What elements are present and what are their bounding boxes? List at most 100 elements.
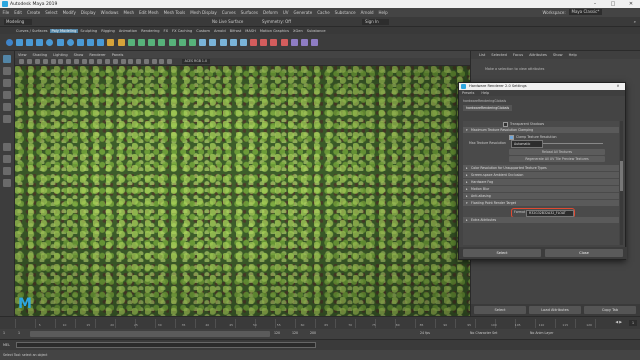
separate-icon[interactable]	[138, 38, 146, 46]
menu-curves[interactable]: Curves	[222, 10, 236, 15]
layout-two-icon[interactable]	[3, 167, 11, 175]
range-inner-start-field[interactable]: 1	[18, 331, 20, 335]
play-backward-icon[interactable]: ◀	[615, 320, 618, 324]
max-res-slider[interactable]	[543, 142, 603, 144]
menu-create[interactable]: Create	[27, 10, 40, 15]
reduce-icon[interactable]	[178, 38, 186, 46]
char-set-field[interactable]: No Character Set	[470, 331, 497, 335]
menu-file[interactable]: File	[3, 10, 10, 15]
combine-icon[interactable]	[127, 38, 135, 46]
regenerate-uv-tile-button[interactable]: Regenerate All UV Tile Preview Textures	[509, 156, 605, 162]
command-input[interactable]	[15, 342, 316, 348]
append-icon[interactable]	[229, 38, 237, 46]
layout-four-icon[interactable]	[3, 155, 11, 163]
sweep-icon[interactable]	[97, 38, 105, 46]
vp-menu-renderer[interactable]: Renderer	[89, 53, 105, 57]
layout-outliner-icon[interactable]	[3, 179, 11, 187]
shelf-tab-bifrost[interactable]: Bifrost	[228, 29, 244, 33]
extract-icon[interactable]	[148, 38, 156, 46]
section-color-resolution[interactable]: Color Resolution for Unsupported Texture…	[463, 165, 619, 171]
shelf-tab-fx-caching[interactable]: FX Caching	[170, 29, 194, 33]
menu-mesh-display[interactable]: Mesh Display	[190, 10, 217, 15]
menu-edit-mesh[interactable]: Edit Mesh	[139, 10, 159, 15]
menu-cache[interactable]: Cache	[317, 10, 329, 15]
ambient-occlusion-icon[interactable]	[136, 59, 142, 64]
super-shape-icon[interactable]	[87, 38, 95, 46]
booleans-icon[interactable]	[158, 38, 166, 46]
mirror-icon[interactable]	[188, 38, 196, 46]
textured-icon[interactable]	[112, 59, 118, 64]
menu-select[interactable]: Select	[45, 10, 57, 15]
range-bar[interactable]	[30, 331, 270, 337]
shelf-tab-poly-modeling[interactable]: Poly Modeling	[49, 28, 79, 33]
attr-menu-list[interactable]: List	[479, 53, 485, 57]
image-plane-icon[interactable]	[42, 59, 48, 64]
menu-substance[interactable]: Substance	[335, 10, 356, 15]
transparent-shadows-checkbox[interactable]	[503, 121, 508, 127]
format-dropdown[interactable]: R32G32B32A32_FLOAT	[526, 209, 574, 217]
time-slider[interactable]: 5 10 15 20 25 30 35 40 45 50 55 60 65 70 75 80 85 90 95 100…	[0, 316, 640, 329]
range-inner-end-field[interactable]: 120	[274, 331, 280, 335]
bevel-icon[interactable]	[209, 38, 217, 46]
vp-menu-panels[interactable]: Panels	[112, 53, 124, 57]
tab-hardware-rendering-globals[interactable]: hardwareRenderingGlobals	[463, 105, 513, 111]
film-gate-icon[interactable]	[58, 59, 64, 64]
svg-icon[interactable]	[117, 38, 125, 46]
vp-menu-shading[interactable]: Shading	[33, 53, 48, 57]
attr-menu-help[interactable]: Help	[569, 53, 577, 57]
shadows-icon[interactable]	[128, 59, 134, 64]
quad-draw-icon[interactable]	[280, 38, 288, 46]
section-floating-point[interactable]: Floating Point Render Target	[463, 200, 619, 206]
smooth-shade-icon[interactable]	[89, 59, 95, 64]
shelf-tab-mash[interactable]: MASH	[243, 29, 258, 33]
planar-uv-icon[interactable]	[301, 38, 309, 46]
layout-single-icon[interactable]	[3, 143, 11, 151]
bookmark-icon[interactable]	[34, 59, 40, 64]
menu-edit[interactable]: Edit	[14, 10, 22, 15]
extrude-icon[interactable]	[219, 38, 227, 46]
menu-arnold[interactable]: Arnold	[361, 10, 374, 15]
vp-menu-view[interactable]: View	[18, 53, 27, 57]
sphere-icon[interactable]	[5, 38, 13, 46]
shelf-tab-arnold[interactable]: Arnold	[212, 29, 228, 33]
target-weld-icon[interactable]	[260, 38, 268, 46]
select-tool-icon[interactable]	[3, 55, 11, 63]
section-texture-clamping[interactable]: Maximum Texture Resolution Clamping	[463, 127, 619, 133]
dialog-scroll-thumb[interactable]	[620, 161, 623, 191]
play-forward-icon[interactable]: ▶	[619, 320, 622, 324]
resolution-gate-icon[interactable]	[66, 59, 72, 64]
wireframe-icon[interactable]	[81, 59, 87, 64]
attr-menu-attributes[interactable]: Attributes	[529, 53, 547, 57]
uv-editor-icon[interactable]	[290, 38, 298, 46]
reload-textures-button[interactable]: Reload All Textures	[509, 149, 605, 155]
default-material-icon[interactable]	[97, 59, 103, 64]
rotate-tool-icon[interactable]	[3, 103, 11, 111]
multi-cut-icon[interactable]	[250, 38, 258, 46]
shelf-tab-motion-graphics[interactable]: Motion Graphics	[258, 29, 291, 33]
current-frame-field[interactable]: 1	[628, 320, 637, 326]
scale-tool-icon[interactable]	[3, 115, 11, 123]
section-hardware-fog[interactable]: Hardware Fog	[463, 179, 619, 185]
wireframe-on-shaded-icon[interactable]	[104, 59, 110, 64]
shelf-tab-sculpting[interactable]: Sculpting	[78, 29, 99, 33]
sign-in-button[interactable]: Sign In	[362, 18, 389, 25]
search-icon[interactable]: ⌕	[634, 19, 636, 24]
range-end-field[interactable]: 120	[292, 331, 298, 335]
torus-icon[interactable]	[46, 38, 54, 46]
shelf-tab-fx[interactable]: FX	[162, 29, 171, 33]
isolate-select-icon[interactable]	[159, 59, 165, 64]
max-res-dropdown[interactable]: Automatic	[511, 140, 543, 148]
shelf-tab-xgen[interactable]: XGen	[291, 29, 305, 33]
range-start-field[interactable]: 1	[3, 331, 5, 335]
cube-icon[interactable]	[15, 38, 23, 46]
attr-menu-selected[interactable]: Selected	[491, 53, 507, 57]
color-management-field[interactable]: ACES RGB 1.0	[181, 59, 210, 64]
automatic-uv-icon[interactable]	[311, 38, 319, 46]
vp-menu-lighting[interactable]: Lighting	[53, 53, 68, 57]
menu-modify[interactable]: Modify	[63, 10, 76, 15]
vp-menu-show[interactable]: Show	[74, 53, 84, 57]
clamp-texture-checkbox[interactable]	[509, 134, 514, 140]
menu-deform[interactable]: Deform	[263, 10, 278, 15]
attr-select-button[interactable]: Select	[474, 306, 526, 314]
lights-icon[interactable]	[120, 59, 126, 64]
